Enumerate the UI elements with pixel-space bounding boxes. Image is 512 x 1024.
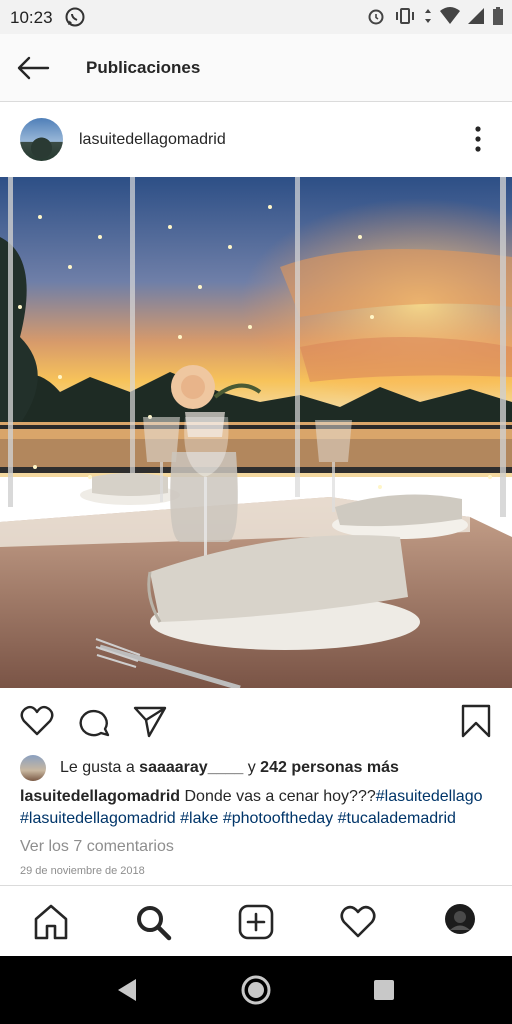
app-header: Publicaciones: [0, 34, 512, 102]
system-nav-bar: [0, 956, 512, 1024]
liker-avatar: [20, 755, 46, 781]
hashtag[interactable]: #lasuitedellago: [376, 788, 483, 805]
hashtag[interactable]: #lake: [180, 810, 218, 827]
post-header: lasuitedellagomadrid: [0, 103, 512, 177]
post-date: 29 de noviembre de 2018: [20, 865, 145, 877]
home-circle-icon[interactable]: [240, 974, 272, 1006]
likes-row[interactable]: Le gusta a saaaaray____ y 242 personas m…: [20, 755, 399, 781]
hashtag[interactable]: #photooftheday: [223, 810, 333, 827]
post-caption: lasuitedellagomadrid Donde vas a cenar h…: [20, 786, 500, 830]
hashtag[interactable]: #lasuitedellagomadrid: [20, 810, 176, 827]
wifi-icon: [440, 7, 460, 30]
status-bar: 10:23: [0, 0, 512, 34]
caption-text: Donde vas a cenar hoy???: [180, 788, 376, 805]
post-photo[interactable]: [0, 177, 512, 688]
arrow-left-icon[interactable]: [14, 52, 54, 84]
signal-icon: [468, 7, 484, 30]
liker-username[interactable]: saaaaray____: [139, 759, 243, 776]
home-icon[interactable]: [32, 903, 70, 941]
profile-avatar[interactable]: [444, 903, 482, 941]
status-time: 10:23: [10, 8, 53, 27]
search-icon[interactable]: [134, 903, 172, 941]
battery-icon: [492, 6, 504, 31]
post-username[interactable]: lasuitedellagomadrid: [79, 131, 226, 149]
comment-icon[interactable]: [77, 704, 111, 738]
caption-username[interactable]: lasuitedellagomadrid: [20, 788, 180, 805]
add-post-icon[interactable]: [237, 903, 275, 941]
data-arrows-icon: [424, 6, 432, 31]
hashtag[interactable]: #tucalademadrid: [338, 810, 456, 827]
whatsapp-icon: [64, 6, 86, 33]
alarm-icon: [366, 6, 386, 31]
bookmark-icon[interactable]: [459, 704, 493, 738]
recents-square-icon[interactable]: [368, 974, 400, 1006]
view-comments-link[interactable]: Ver los 7 comentarios: [20, 838, 174, 856]
bottom-nav: [0, 885, 512, 956]
back-triangle-icon[interactable]: [112, 974, 144, 1006]
likes-count[interactable]: 242 personas más: [260, 759, 399, 776]
post-author-avatar[interactable]: [20, 118, 63, 161]
post-actions: [0, 688, 512, 752]
more-vertical-icon[interactable]: [466, 124, 490, 154]
status-icons: [366, 6, 504, 31]
send-icon[interactable]: [133, 704, 167, 738]
likes-text: Le gusta a saaaaray____ y 242 personas m…: [60, 759, 399, 776]
activity-heart-icon[interactable]: [339, 903, 377, 941]
heart-outline-icon[interactable]: [20, 704, 54, 738]
page-title: Publicaciones: [86, 58, 201, 77]
vibrate-icon: [394, 6, 416, 31]
